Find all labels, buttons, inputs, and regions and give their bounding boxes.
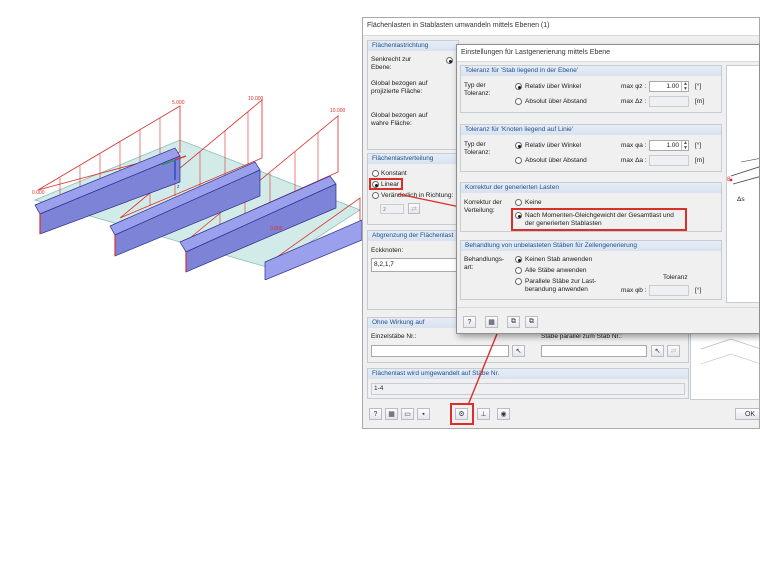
settings-copy-button[interactable]: ⧉	[507, 316, 520, 328]
tol-plane-relative-label: Relativ über Winkel	[525, 83, 581, 90]
correction-label: Korrektur der Verteilung:	[464, 199, 502, 214]
settings-titlebar: Einstellungen für Lastgenerierung mittel…	[457, 45, 759, 62]
correction-header: Korrektur der generierten Lasten	[461, 183, 721, 193]
tol-plane-type-label: Typ der Toleranz:	[464, 82, 491, 97]
tol-node-absolute-label: Absolut über Abstand	[525, 157, 587, 164]
tol-node-phi-label: max φa :	[621, 142, 647, 149]
preview-sketch-icon	[729, 158, 759, 185]
tol-node-type-label: Typ der Toleranz:	[464, 141, 491, 156]
tol-node-header: Toleranz für 'Knoten liegend auf Linie'	[461, 125, 721, 135]
tol-node-relative-radio[interactable]	[515, 142, 522, 149]
settings-preview-pane: 8 Δs	[726, 65, 759, 303]
unloaded-all-label: Alle Stäbe anwenden	[525, 267, 587, 274]
settings-units-button[interactable]: ▦	[485, 316, 498, 328]
preview-label-b: Δs	[737, 196, 745, 203]
tol-node-m-unit: [m]	[695, 157, 705, 164]
correction-none-label: Keine	[525, 199, 542, 206]
tol-node-delta-input[interactable]	[649, 155, 689, 166]
unloaded-parallel-radio[interactable]	[515, 278, 522, 285]
correction-moment-label: Nach Momenten-Gleichgewicht der Gesamtla…	[525, 212, 674, 227]
tol-plane-absolute-radio[interactable]	[515, 98, 522, 105]
settings-title: Einstellungen für Lastgenerierung mittel…	[461, 49, 611, 56]
tol-node-deg-unit: [°]	[695, 142, 702, 149]
unloaded-phi-input[interactable]	[649, 285, 689, 296]
settings-help-button[interactable]: ?	[463, 316, 476, 328]
correction-moment-radio[interactable]	[515, 212, 522, 219]
tol-node-delta-label: max Δa :	[621, 157, 647, 164]
tol-node-phi-spinner[interactable]: ▲ ▼	[681, 141, 689, 150]
tol-plane-relative-radio[interactable]	[515, 83, 522, 90]
tol-plane-deg-unit: [°]	[695, 83, 702, 90]
unloaded-deg-unit: [°]	[695, 287, 702, 294]
unloaded-group: Behandlung von unbelasteten Stäben für Z…	[460, 240, 722, 300]
unloaded-none-radio[interactable]	[515, 256, 522, 263]
unloaded-all-radio[interactable]	[515, 267, 522, 274]
tol-plane-phi-spinner[interactable]: ▲ ▼	[681, 82, 689, 91]
tol-plane-absolute-label: Absolut über Abstand	[525, 98, 587, 105]
unloaded-header: Behandlung von unbelasteten Stäben für Z…	[461, 241, 721, 251]
unloaded-phi-label: max φb :	[621, 287, 647, 294]
correction-none-radio[interactable]	[515, 199, 522, 206]
tol-plane-phi-label: max φz :	[621, 83, 647, 90]
settings-paste-button[interactable]: ⧉	[525, 316, 538, 328]
unloaded-none-label: Keinen Stab anwenden	[525, 256, 593, 263]
settings-toolbar: ? ▦ ⧉ ⧉	[457, 307, 759, 333]
tol-plane-group: Toleranz für 'Stab liegend in der Ebene'…	[460, 65, 722, 113]
tol-plane-header: Toleranz für 'Stab liegend in der Ebene'	[461, 66, 721, 76]
tol-plane-delta-input[interactable]	[649, 96, 689, 107]
tol-node-group: Toleranz für 'Knoten liegend auf Linie' …	[460, 124, 722, 172]
preview-label-a: 8	[727, 176, 731, 183]
tol-plane-m-unit: [m]	[695, 98, 705, 105]
tol-node-relative-label: Relativ über Winkel	[525, 142, 581, 149]
tol-node-absolute-radio[interactable]	[515, 157, 522, 164]
unloaded-tolerance-label: Toleranz	[663, 274, 688, 281]
correction-group: Korrektur der generierten Lasten Korrekt…	[460, 182, 722, 232]
tol-plane-delta-label: max Δz :	[621, 98, 647, 105]
settings-dialog: Einstellungen für Lastgenerierung mittel…	[456, 44, 760, 334]
unloaded-label: Behandlungs-art:	[464, 256, 505, 271]
unloaded-parallel-label: Parallele Stäbe zur Last-berandung anwen…	[525, 278, 597, 293]
